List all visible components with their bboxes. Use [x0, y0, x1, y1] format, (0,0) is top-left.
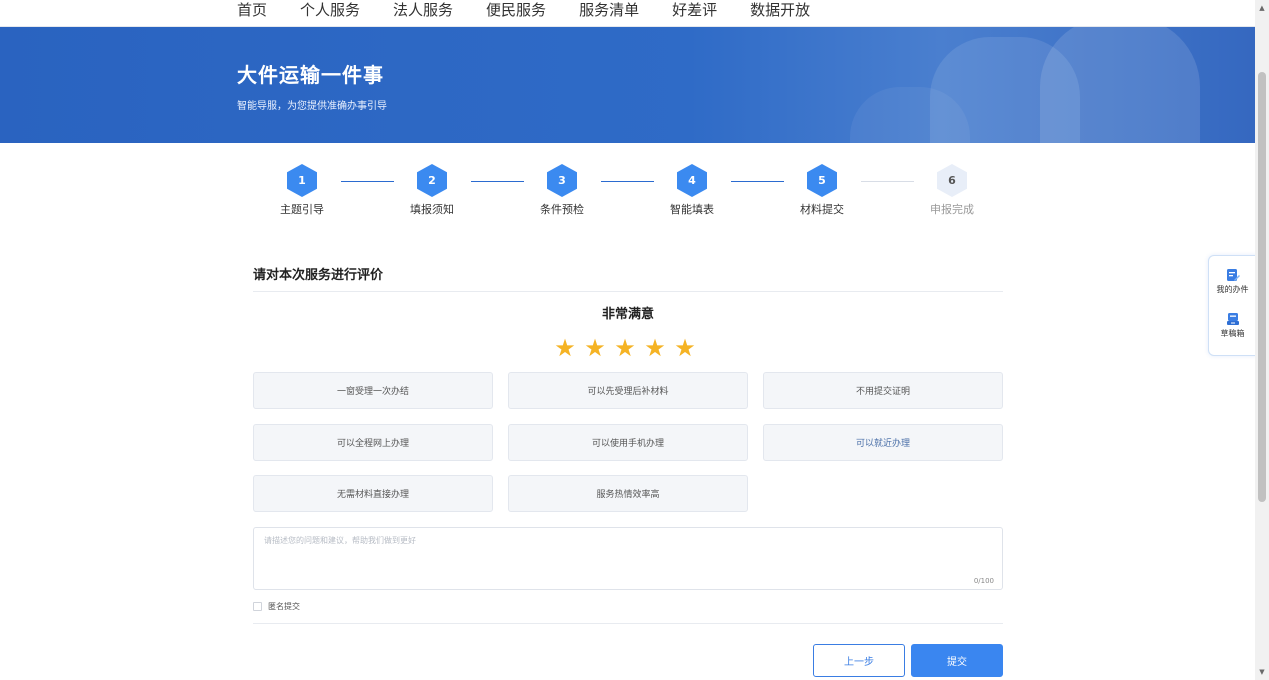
- evaluation-tag[interactable]: 可以使用手机办理: [508, 424, 748, 461]
- banner-decoration: [1040, 27, 1200, 143]
- comment-textarea[interactable]: 请描述您的问题和建议，帮助我们做到更好 0/100: [253, 527, 1003, 590]
- evaluation-tag[interactable]: 可以先受理后补材料: [508, 372, 748, 409]
- step-2: 2 填报须知: [392, 164, 472, 217]
- scroll-up-arrow-icon[interactable]: ▲: [1255, 2, 1269, 14]
- star-icon[interactable]: ★: [583, 336, 607, 360]
- nav-items: 首页 个人服务 法人服务 便民服务 服务清单 好差评 数据开放: [237, 0, 843, 20]
- step-connector: [471, 181, 524, 182]
- nav-item-personal-services[interactable]: 个人服务: [300, 0, 360, 20]
- side-item-label: 草稿箱: [1220, 329, 1245, 338]
- step-4-label: 智能填表: [670, 203, 714, 216]
- nav-item-legal-entity-services[interactable]: 法人服务: [393, 0, 453, 20]
- star-icon[interactable]: ★: [673, 336, 697, 360]
- nav-item-open-data[interactable]: 数据开放: [750, 0, 810, 20]
- anonymous-label: 匿名提交: [268, 602, 300, 611]
- rating-text: 非常满意: [601, 307, 654, 322]
- step-5-label: 材料提交: [800, 203, 844, 216]
- nav-item-home[interactable]: 首页: [237, 0, 267, 20]
- star-icon[interactable]: ★: [553, 336, 577, 360]
- step-3-badge: 3: [547, 164, 577, 197]
- anonymous-option[interactable]: 匿名提交: [253, 601, 300, 612]
- step-4: 4 智能填表: [652, 164, 732, 217]
- star-icon[interactable]: ★: [643, 336, 667, 360]
- comment-char-counter: 0/100: [973, 577, 994, 585]
- evaluation-section-title: 请对本次服务进行评价: [253, 268, 384, 283]
- star-rating: ★ ★ ★ ★ ★: [553, 336, 697, 360]
- page-subtitle: 智能导服，为您提供准确办事引导: [237, 101, 387, 112]
- anonymous-checkbox[interactable]: [253, 602, 262, 611]
- evaluation-tag[interactable]: 可以就近办理: [763, 424, 1003, 461]
- step-6-label: 申报完成: [930, 203, 974, 216]
- page-title: 大件运输一件事: [237, 63, 384, 87]
- nav-item-convenience-services[interactable]: 便民服务: [486, 0, 546, 20]
- side-item-my-cases[interactable]: 我的办件: [1209, 268, 1256, 295]
- step-4-badge: 4: [677, 164, 707, 197]
- comment-placeholder: 请描述您的问题和建议，帮助我们做到更好: [264, 536, 416, 545]
- evaluation-tag[interactable]: 服务热情效率高: [508, 475, 748, 512]
- draft-box-icon: [1226, 313, 1239, 325]
- step-1-label: 主题引导: [280, 203, 324, 216]
- scrollbar-thumb[interactable]: [1258, 72, 1266, 502]
- top-navigation: 首页 个人服务 法人服务 便民服务 服务清单 好差评 数据开放: [0, 0, 1255, 27]
- document-edit-icon: [1226, 269, 1240, 281]
- nav-item-service-list[interactable]: 服务清单: [579, 0, 639, 20]
- step-6-badge: 6: [937, 164, 967, 197]
- evaluation-tag[interactable]: 不用提交证明: [763, 372, 1003, 409]
- floating-side-panel: 我的办件 草稿箱: [1208, 255, 1257, 356]
- step-6: 6 申报完成: [912, 164, 992, 217]
- step-connector-pending: [861, 181, 914, 182]
- evaluation-tag[interactable]: 可以全程网上办理: [253, 424, 493, 461]
- previous-step-button[interactable]: 上一步: [813, 644, 905, 677]
- nav-item-ratings[interactable]: 好差评: [672, 0, 717, 20]
- side-item-label: 我的办件: [1216, 285, 1249, 294]
- step-1: 1 主题引导: [262, 164, 342, 217]
- step-3-label: 条件预检: [540, 203, 584, 216]
- step-2-badge: 2: [417, 164, 447, 197]
- vertical-scrollbar[interactable]: ▲ ▼: [1255, 0, 1269, 680]
- evaluation-tag[interactable]: 无需材料直接办理: [253, 475, 493, 512]
- star-icon[interactable]: ★: [613, 336, 637, 360]
- step-connector: [731, 181, 784, 182]
- step-progress: 1 主题引导 2 填报须知 3 条件预检 4 智能填表 5 材料提交 6 申报完…: [0, 160, 1255, 230]
- step-5-badge: 5: [807, 164, 837, 197]
- step-5: 5 材料提交: [782, 164, 862, 217]
- step-connector: [341, 181, 394, 182]
- step-1-badge: 1: [287, 164, 317, 197]
- footer-divider: [253, 623, 1003, 624]
- scroll-down-arrow-icon[interactable]: ▼: [1255, 666, 1269, 678]
- page-banner: 大件运输一件事 智能导服，为您提供准确办事引导: [0, 27, 1255, 143]
- evaluation-tag[interactable]: 一窗受理一次办结: [253, 372, 493, 409]
- submit-button[interactable]: 提交: [911, 644, 1003, 677]
- step-3: 3 条件预检: [522, 164, 602, 217]
- step-2-label: 填报须知: [410, 203, 454, 216]
- section-divider: [253, 291, 1003, 292]
- side-item-drafts[interactable]: 草稿箱: [1209, 312, 1256, 339]
- step-connector: [601, 181, 654, 182]
